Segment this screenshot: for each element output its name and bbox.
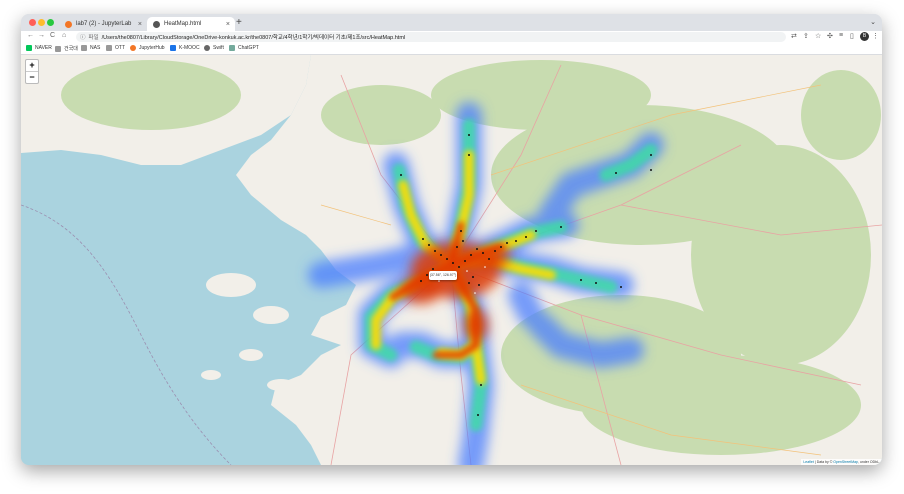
menu-icon[interactable]: ⋮	[872, 32, 879, 40]
home-button[interactable]: ⌂	[62, 32, 66, 39]
osm-link[interactable]: OpenStreetMap	[833, 460, 858, 464]
back-button[interactable]: ←	[27, 32, 34, 39]
browser-window: lab7 (2) - JupyterLab × HeatMap.html × +…	[21, 14, 882, 465]
close-icon[interactable]: ×	[226, 21, 230, 28]
bookmark-konkuk[interactable]: 건국대	[55, 45, 78, 52]
media-icon[interactable]: ≡	[839, 32, 843, 39]
bookmark-label: JupyterHub	[139, 45, 165, 51]
profile-avatar[interactable]: B	[860, 32, 869, 41]
attribution-license: , under ODbL.	[858, 460, 880, 464]
tab-heatmap[interactable]: HeatMap.html ×	[147, 17, 235, 31]
globe-icon	[153, 20, 160, 28]
translate-icon[interactable]: ⇄	[791, 32, 797, 40]
address-scheme: 파일	[88, 35, 99, 41]
map-canvas[interactable]	[21, 55, 882, 465]
leaflet-link[interactable]: Leaflet	[803, 460, 814, 464]
sidepanel-icon[interactable]: ▯	[850, 32, 854, 40]
chevron-down-icon[interactable]: ⌄	[870, 18, 876, 26]
bookmark-nas[interactable]: NAS	[81, 45, 100, 51]
bookmark-kmooc[interactable]: K-MOOC	[170, 45, 200, 51]
maximize-window-button[interactable]	[47, 19, 54, 26]
map-container[interactable]: + − (37.56°, 126.97°) Leaflet | Data by …	[21, 55, 882, 465]
minimize-window-button[interactable]	[38, 19, 45, 26]
naver-icon	[26, 45, 32, 51]
chatgpt-icon	[229, 45, 235, 51]
zoom-control: + −	[25, 59, 39, 84]
bookmark-naver[interactable]: NAVER	[26, 45, 52, 51]
address-text[interactable]: /Users/the0807/Library/CloudStorage/OneD…	[102, 33, 405, 41]
bookmark-label: K-MOOC	[179, 45, 200, 51]
address-bar[interactable]: ⓘ 파일 /Users/the0807/Library/CloudStorage…	[76, 32, 786, 42]
zoom-in-button[interactable]: +	[26, 60, 38, 71]
map-popup[interactable]: (37.56°, 126.97°)	[429, 271, 457, 280]
forward-button[interactable]: →	[38, 32, 45, 39]
bookmark-label: 건국대	[64, 46, 78, 52]
new-tab-button[interactable]: +	[236, 17, 242, 28]
bookmark-label: NAS	[90, 45, 101, 51]
kmooc-icon	[170, 45, 176, 51]
close-window-button[interactable]	[29, 19, 36, 26]
bookmark-ott[interactable]: OTT	[106, 45, 125, 51]
tab-jupyterlab[interactable]: lab7 (2) - JupyterLab ×	[59, 17, 147, 31]
attribution-text: | Data by ©	[813, 460, 834, 464]
swift-icon	[204, 45, 210, 51]
bookmarks-bar: NAVER 건국대 NAS OTT JupyterHub K-MOOC Swif…	[21, 43, 882, 55]
bookmark-star-icon[interactable]: ☆	[815, 32, 821, 40]
bookmark-label: ChatGPT	[238, 45, 259, 51]
extensions-icon[interactable]: ✣	[827, 32, 833, 40]
share-icon[interactable]: ⇪	[803, 32, 809, 40]
tab-title: HeatMap.html	[164, 21, 202, 27]
zoom-out-button[interactable]: −	[26, 71, 38, 83]
jupyter-icon	[130, 45, 136, 51]
tab-strip: lab7 (2) - JupyterLab × HeatMap.html × +…	[21, 14, 882, 31]
bookmark-label: Swift	[213, 45, 224, 51]
tab-title: lab7 (2) - JupyterLab	[76, 21, 132, 27]
bookmark-label: NAVER	[35, 45, 52, 51]
folder-icon	[81, 45, 87, 51]
bookmark-chatgpt[interactable]: ChatGPT	[229, 45, 259, 51]
close-icon[interactable]: ×	[138, 21, 142, 28]
map-attribution: Leaflet | Data by © OpenStreetMap, under…	[801, 459, 882, 465]
reload-button[interactable]: C	[50, 32, 55, 39]
bookmark-swift[interactable]: Swift	[204, 45, 224, 51]
browser-toolbar: ← → C ⌂ ⓘ 파일 /Users/the0807/Library/Clou…	[21, 31, 882, 43]
bookmark-label: OTT	[115, 45, 125, 51]
bookmark-jupyterhub[interactable]: JupyterHub	[130, 45, 165, 51]
info-icon[interactable]: ⓘ	[80, 33, 86, 41]
folder-icon	[55, 45, 61, 52]
jupyter-icon	[65, 20, 72, 28]
folder-icon	[106, 45, 112, 51]
